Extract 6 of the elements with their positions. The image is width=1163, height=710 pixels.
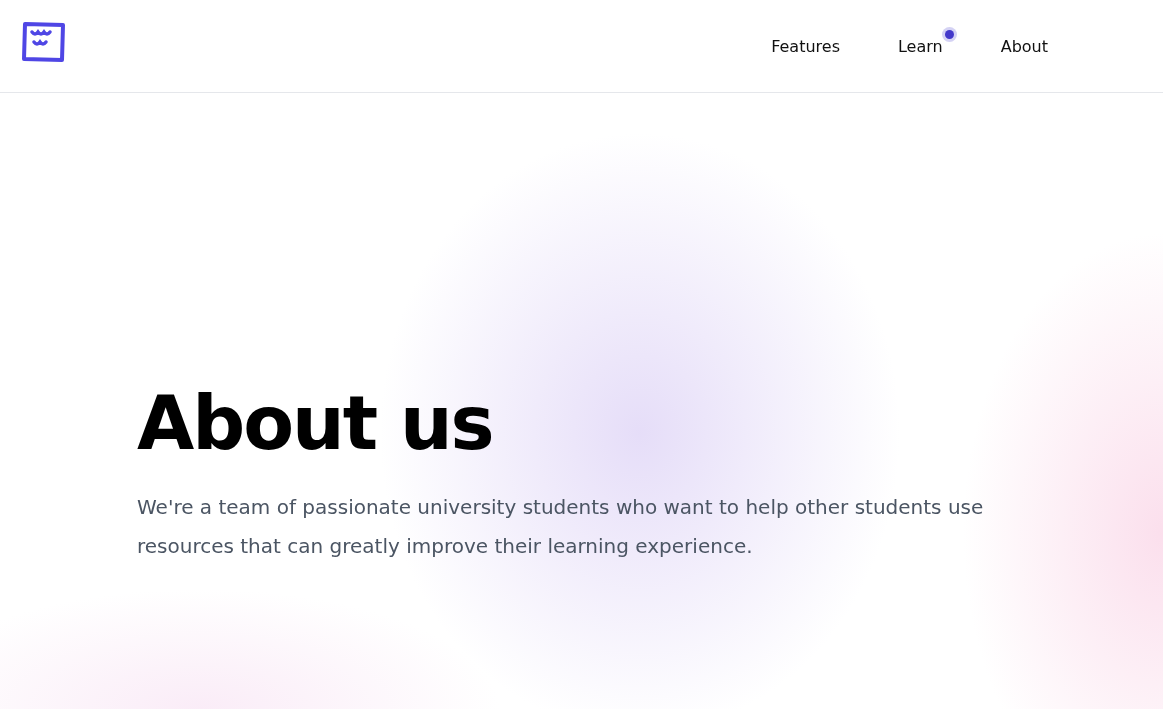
hero-title: About us [137,386,494,460]
hero-text: We're a team of passionate university students who want to help other students use resources that can greatly improve their learning experience. [137,494,985,560]
nav-link[interactable]: About [1000,36,1048,56]
nav-link[interactable]: Learn [897,36,943,56]
logo-icon[interactable] [22,21,66,63]
nav-link[interactable]: Features [771,36,840,56]
